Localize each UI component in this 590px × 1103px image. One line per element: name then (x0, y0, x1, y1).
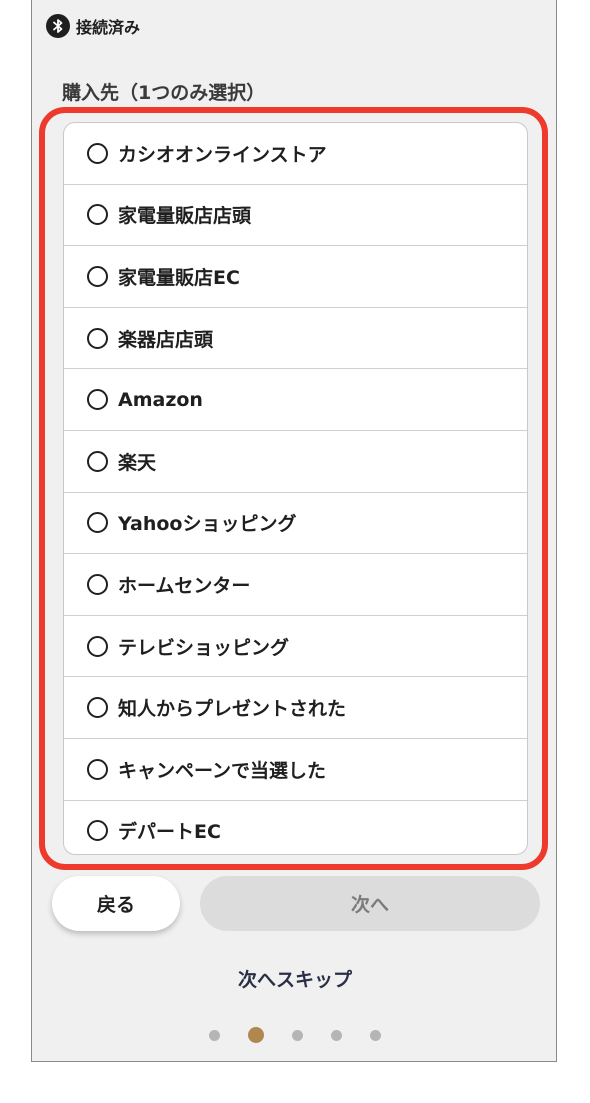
option-label: 家電量販店店頭 (118, 205, 252, 228)
option-amazon[interactable]: Amazon (64, 369, 527, 431)
skip-link[interactable]: 次へスキップ (32, 965, 558, 992)
page-indicator (32, 1027, 558, 1043)
radio-unselected-icon[interactable] (87, 265, 108, 287)
option-yahoo-shopping[interactable]: Yahooショッピング (64, 493, 527, 555)
radio-unselected-icon[interactable] (87, 204, 108, 226)
option-campaign-prize[interactable]: キャンペーンで当選した (64, 739, 527, 801)
option-label: デパートEC (118, 821, 221, 844)
next-button[interactable]: 次へ (200, 876, 540, 931)
page-dot (209, 1029, 220, 1041)
option-tv-shopping[interactable]: テレビショッピング (64, 616, 527, 678)
page-dot (331, 1029, 342, 1041)
radio-unselected-icon[interactable] (87, 635, 108, 657)
app-screen: 接続済み 購入先（1つのみ選択） カシオオンラインストア 家電量販店店頭 家電量… (31, 0, 557, 1062)
radio-unselected-icon[interactable] (87, 327, 108, 349)
page-dot-active (248, 1027, 264, 1043)
radio-unselected-icon[interactable] (87, 450, 108, 472)
back-button[interactable]: 戻る (52, 876, 180, 931)
option-label: Amazon (118, 388, 203, 411)
option-electronics-store[interactable]: 家電量販店店頭 (64, 185, 527, 247)
option-label: ホームセンター (118, 574, 251, 597)
radio-unselected-icon[interactable] (87, 697, 108, 719)
radio-unselected-icon[interactable] (87, 820, 108, 842)
option-label: 楽天 (118, 451, 157, 474)
option-label: 知人からプレゼントされた (118, 698, 347, 721)
page-dot (370, 1029, 381, 1041)
connection-status-label: 接続済み (76, 18, 141, 37)
option-music-store[interactable]: 楽器店店頭 (64, 308, 527, 370)
radio-unselected-icon[interactable] (87, 512, 108, 534)
purchase-source-list: カシオオンラインストア 家電量販店店頭 家電量販店EC 楽器店店頭 Amazon… (63, 122, 528, 855)
option-department-ec[interactable]: デパートEC (64, 801, 527, 854)
connection-status: 接続済み (46, 12, 140, 40)
option-label: カシオオンラインストア (118, 143, 327, 166)
option-casio-online-store[interactable]: カシオオンラインストア (64, 123, 527, 185)
purchase-source-label: 購入先（1つのみ選択） (62, 82, 266, 104)
option-label: 家電量販店EC (118, 266, 240, 289)
option-label: キャンペーンで当選した (118, 759, 327, 782)
option-gift[interactable]: 知人からプレゼントされた (64, 677, 527, 739)
page-dot (292, 1029, 303, 1041)
radio-unselected-icon[interactable] (87, 142, 108, 164)
radio-unselected-icon[interactable] (87, 573, 108, 595)
option-label: 楽器店店頭 (118, 328, 214, 351)
option-rakuten[interactable]: 楽天 (64, 431, 527, 493)
radio-unselected-icon[interactable] (87, 758, 108, 780)
option-electronics-ec[interactable]: 家電量販店EC (64, 246, 527, 308)
option-home-center[interactable]: ホームセンター (64, 554, 527, 616)
bluetooth-icon (46, 14, 70, 38)
radio-unselected-icon[interactable] (87, 389, 108, 411)
option-label: Yahooショッピング (118, 513, 297, 536)
option-label: テレビショッピング (118, 636, 290, 659)
